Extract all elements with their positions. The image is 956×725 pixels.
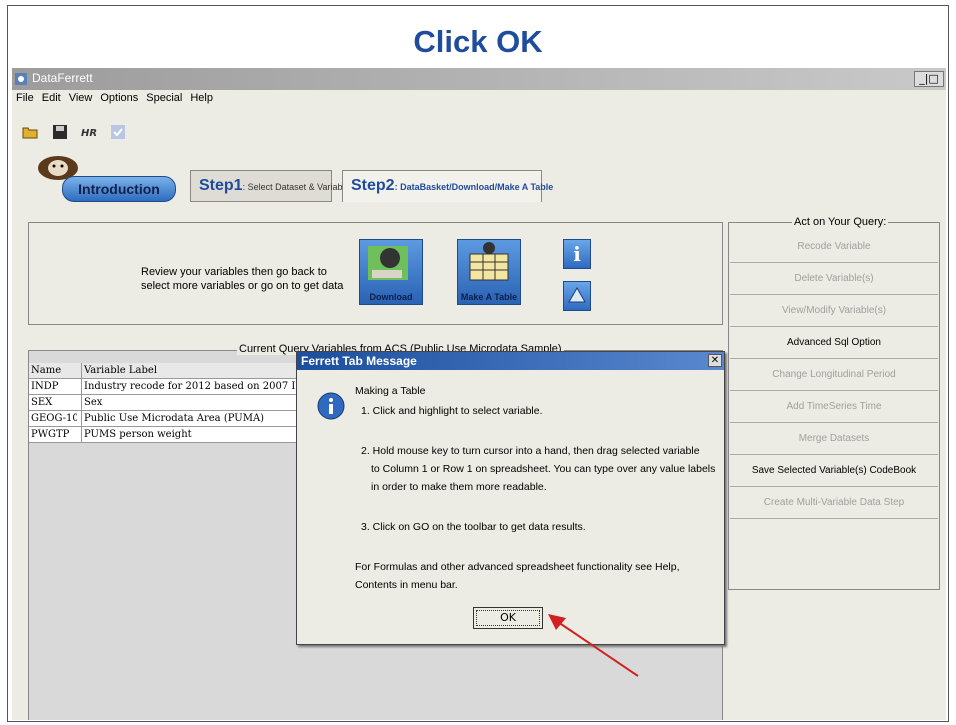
- menu-edit[interactable]: Edit: [42, 92, 61, 104]
- recode-variable-button[interactable]: Recode Variable: [730, 232, 938, 263]
- app-icon: [15, 73, 27, 85]
- menu-bar: File Edit View Options Special Help: [12, 92, 946, 110]
- act-on-query-panel: Act on Your Query: Recode Variable Delet…: [728, 216, 940, 594]
- review-instructions: Review your variables then go back to se…: [141, 265, 343, 293]
- make-table-label: Make A Table: [460, 292, 518, 302]
- table-icon: [469, 242, 509, 281]
- check-icon[interactable]: [110, 124, 126, 140]
- step2-action-panel: Review your variables then go back to se…: [28, 222, 723, 325]
- tab-step2[interactable]: Step2: DataBasket/Download/Make A Table: [342, 170, 553, 202]
- menu-options[interactable]: Options: [100, 92, 138, 104]
- triangle-tool-button[interactable]: [563, 281, 591, 311]
- dialog-formulas-line2: Contents in menu bar.: [355, 579, 458, 591]
- toolbar: HR: [12, 116, 946, 148]
- tab-step1-sub: : Select Dataset & Variable: [242, 182, 350, 192]
- info-button[interactable]: i: [563, 239, 591, 269]
- menu-special[interactable]: Special: [146, 92, 182, 104]
- row-name: SEX: [31, 397, 53, 408]
- slide-title: Click OK: [413, 24, 543, 59]
- ferrett-tab-message-dialog: Ferrett Tab Message ✕ Making a Table 1. …: [296, 351, 725, 645]
- merge-datasets-button[interactable]: Merge Datasets: [730, 424, 938, 455]
- download-label: Download: [369, 292, 413, 302]
- dialog-step2-line3: in order to make them more readable.: [371, 481, 547, 493]
- row-name: PWGTP: [31, 429, 70, 440]
- dialog-step2-line1: 2. Hold mouse key to turn cursor into a …: [361, 445, 700, 457]
- row-name: GEOG-101: [31, 413, 77, 424]
- window-controls[interactable]: _|□: [914, 71, 944, 87]
- window-titlebar: DataFerrett _|□: [12, 68, 946, 90]
- menu-help[interactable]: Help: [190, 92, 213, 104]
- tab-introduction[interactable]: Introduction: [62, 176, 176, 202]
- tab-step2-main: Step2: [351, 177, 395, 194]
- red-arrow-annotation: [548, 614, 639, 677]
- save-icon[interactable]: [52, 124, 68, 140]
- delete-variables-button[interactable]: Delete Variable(s): [730, 264, 938, 295]
- info-icon: [317, 392, 345, 420]
- change-longitudinal-period-button[interactable]: Change Longitudinal Period: [730, 360, 938, 391]
- dialog-close-button[interactable]: ✕: [708, 354, 722, 367]
- make-table-button[interactable]: Make A Table: [457, 239, 521, 305]
- slide: Click OK DataFerrett _|□ File Edit View Opt…: [7, 5, 949, 722]
- dialog-heading: Making a Table: [355, 385, 426, 397]
- review-line-2: select more variables or go on to get da…: [141, 280, 344, 292]
- advanced-sql-option-button[interactable]: Advanced Sql Option: [730, 328, 938, 359]
- hr-icon[interactable]: HR: [80, 124, 100, 140]
- dialog-title: Ferrett Tab Message: [297, 352, 724, 370]
- add-timeseries-time-button[interactable]: Add TimeSeries Time: [730, 392, 938, 423]
- header-name: Name: [31, 365, 62, 376]
- triangle-icon: [568, 286, 586, 303]
- create-multi-variable-data-step-button[interactable]: Create Multi-Variable Data Step: [730, 488, 938, 519]
- window-title: DataFerrett: [32, 71, 93, 85]
- download-button[interactable]: Download: [359, 239, 423, 305]
- download-icon: [368, 246, 408, 280]
- act-panel-title: Act on Your Query:: [792, 216, 889, 228]
- dialog-step1: 1. Click and highlight to select variabl…: [361, 405, 543, 417]
- menu-file[interactable]: File: [16, 92, 34, 104]
- view-modify-variables-button[interactable]: View/Modify Variable(s): [730, 296, 938, 327]
- dialog-formulas-line1: For Formulas and other advanced spreadsh…: [355, 561, 680, 573]
- save-codebook-button[interactable]: Save Selected Variable(s) CodeBook: [730, 456, 938, 487]
- svg-text:HR: HR: [81, 128, 97, 139]
- tab-step1-main: Step1: [199, 177, 243, 194]
- dialog-step3: 3. Click on GO on the toolbar to get dat…: [361, 521, 586, 533]
- ok-button[interactable]: OK: [473, 607, 543, 629]
- open-folder-icon[interactable]: [22, 124, 38, 140]
- review-line-1: Review your variables then go back to: [141, 266, 327, 278]
- tab-step2-sub: : DataBasket/Download/Make A Table: [394, 182, 554, 192]
- dialog-step2-line2: to Column 1 or Row 1 on spreadsheet. You…: [371, 463, 716, 475]
- row-name: INDP: [31, 381, 59, 392]
- tab-step1[interactable]: Step1: Select Dataset & Variable: [190, 170, 349, 202]
- menu-view[interactable]: View: [69, 92, 93, 104]
